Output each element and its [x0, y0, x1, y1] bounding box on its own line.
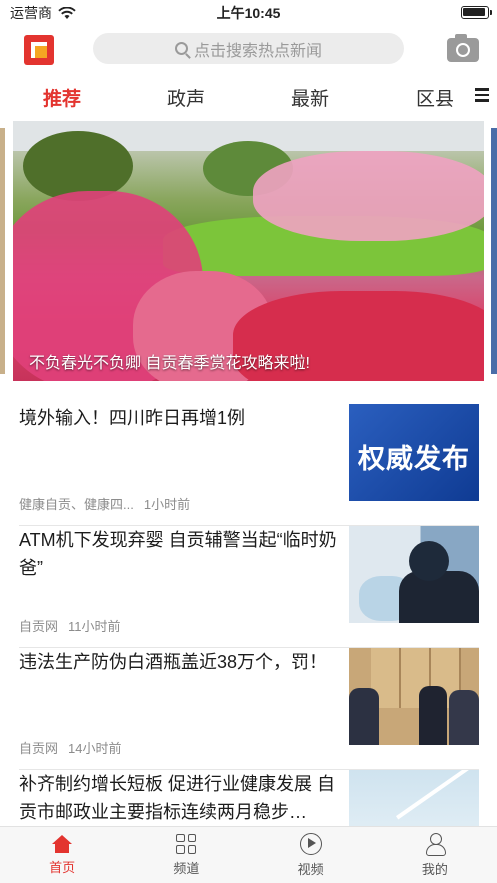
nav-channels[interactable]: 频道: [124, 827, 248, 883]
news-time: 14小时前: [68, 741, 122, 756]
news-title: 违法生产防伪白酒瓶盖近38万个，罚！: [19, 652, 328, 672]
news-time: 1小时前: [143, 497, 191, 512]
search-placeholder: 点击搜索热点新闻: [193, 42, 322, 60]
tab-latest[interactable]: 最新: [291, 84, 329, 111]
wifi-icon: [58, 6, 76, 19]
nav-video-label: 视频: [297, 861, 324, 877]
news-title: 补齐制约增长短板 促进行业健康发展 自贡市邮政业主要指标连续两月稳步…: [19, 774, 336, 822]
channel-tabs: 推荐 政声 最新 区县: [0, 74, 497, 118]
news-title: ATM机下发现弃婴 自贡辅警当起“临时奶爸”: [19, 530, 337, 578]
news-item[interactable]: 境外输入！四川昨日再增1例 健康自贡、健康四... 1小时前 权威发布: [19, 404, 479, 526]
carrier-label: 运营商: [10, 5, 52, 21]
nav-mine-label: 我的: [421, 861, 448, 877]
news-item[interactable]: ATM机下发现弃婴 自贡辅警当起“临时奶爸” 自贡网 11小时前: [19, 526, 479, 648]
tab-recommend[interactable]: 推荐: [43, 84, 81, 111]
camera-icon[interactable]: [447, 34, 479, 62]
status-left: 运营商: [10, 3, 76, 23]
banner-image-blossom: [253, 151, 484, 241]
carousel-prev-peek[interactable]: [0, 128, 5, 374]
news-meta: 健康自贡、健康四... 1小时前: [19, 494, 190, 513]
nav-home[interactable]: 首页: [0, 827, 124, 883]
news-item[interactable]: 违法生产防伪白酒瓶盖近38万个，罚！ 自贡网 14小时前: [19, 648, 479, 770]
news-thumbnail: [349, 526, 479, 623]
news-source: 自贡网: [19, 619, 59, 634]
menu-icon[interactable]: [475, 88, 489, 102]
tab-zhengsheng[interactable]: 政声: [167, 84, 205, 111]
news-source: 自贡网: [19, 741, 59, 756]
news-meta: 自贡网 11小时前: [19, 616, 121, 635]
app-header: 点击搜索热点新闻: [0, 26, 497, 70]
news-meta: 自贡网 14小时前: [19, 738, 121, 757]
nav-channels-label: 频道: [173, 860, 200, 876]
app-logo[interactable]: [24, 35, 54, 65]
user-icon: [425, 832, 446, 856]
grid-icon: [176, 833, 197, 854]
nav-video[interactable]: 视频: [249, 827, 373, 883]
banner-carousel[interactable]: 不负春光不负卿 自贡春季赏花攻略来啦!: [13, 121, 484, 381]
bottom-nav: 首页 频道 视频 我的: [0, 826, 497, 883]
nav-mine[interactable]: 我的: [373, 827, 497, 883]
status-bar: 运营商 上午10:45: [0, 0, 497, 26]
news-thumbnail: [349, 648, 479, 745]
search-bar[interactable]: 点击搜索热点新闻: [93, 33, 404, 64]
battery-icon: [461, 6, 492, 19]
nav-home-label: 首页: [49, 859, 76, 875]
play-icon: [299, 832, 322, 855]
news-time: 11小时前: [68, 619, 121, 634]
banner-caption: 不负春光不负卿 自贡春季赏花攻略来啦!: [29, 355, 310, 372]
news-thumbnail: 权威发布: [349, 404, 479, 501]
carousel-next-peek[interactable]: [491, 128, 497, 374]
news-source: 健康自贡、健康四...: [19, 497, 134, 512]
search-icon: [174, 42, 188, 55]
home-icon: [52, 834, 73, 853]
tab-districts[interactable]: 区县: [416, 84, 454, 111]
thumbnail-text: 权威发布: [358, 444, 470, 474]
news-title: 境外输入！四川昨日再增1例: [19, 408, 246, 428]
